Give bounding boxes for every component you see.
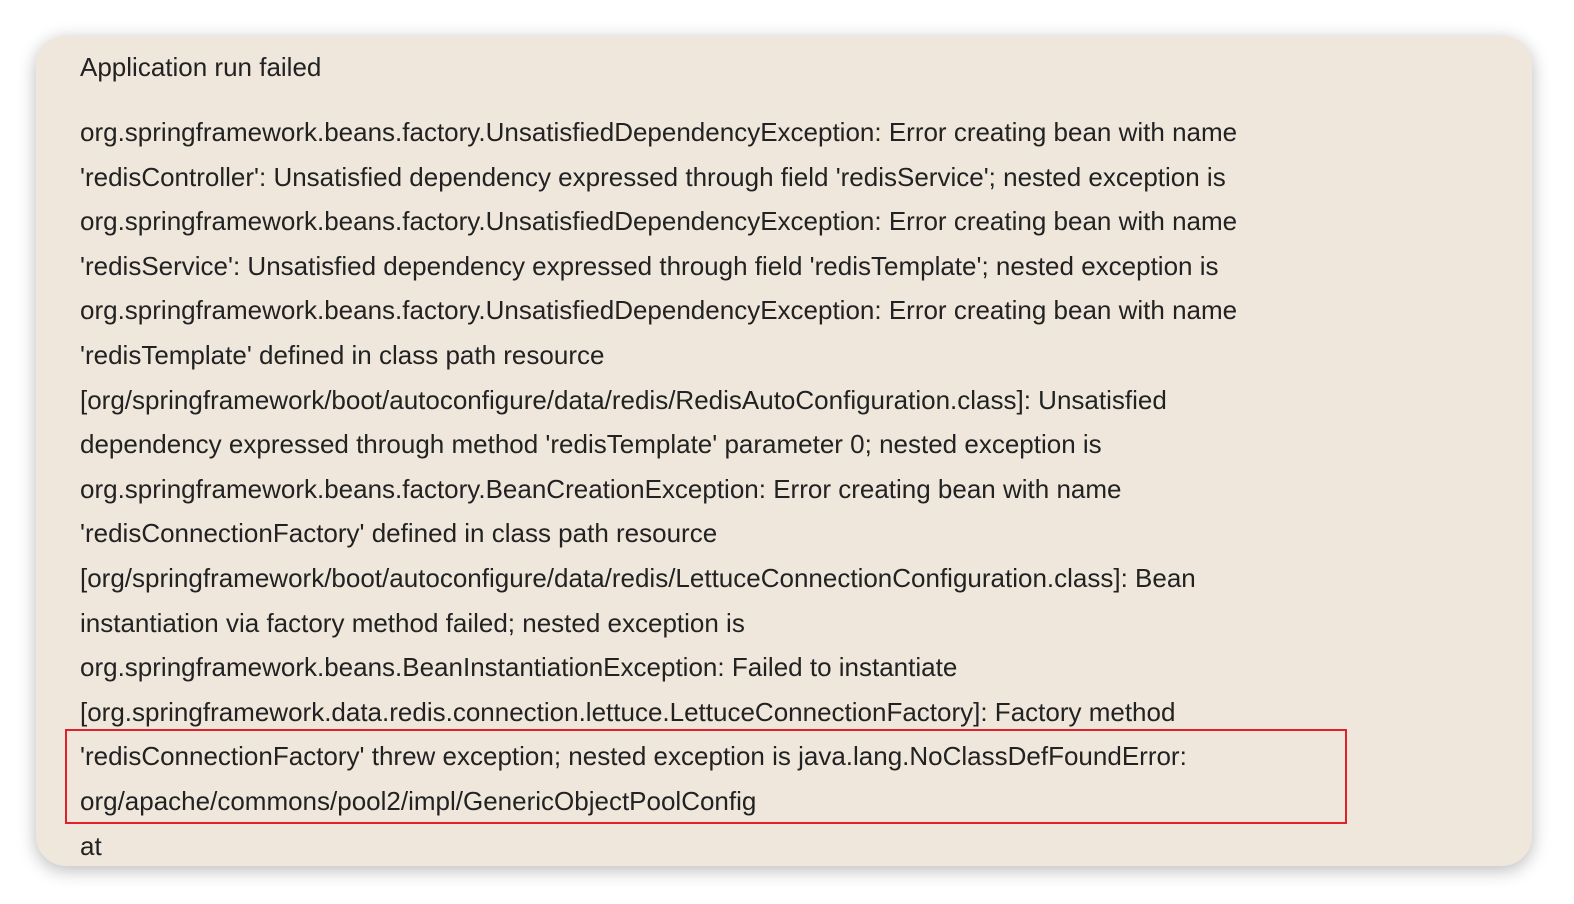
stack-trace-line: 'redisController': Unsatisfied dependenc… — [80, 161, 1226, 192]
stack-trace-line: instantiation via factory method failed;… — [80, 607, 745, 638]
error-dialog: Application run failed org.springframewo… — [36, 36, 1532, 866]
stack-trace-line: at — [80, 830, 102, 861]
stack-trace-line: org.springframework.beans.BeanInstantiat… — [80, 652, 958, 683]
stack-trace-line: 'redisTemplate' defined in class path re… — [80, 339, 605, 370]
stack-trace-line: [org/springframework/boot/autoconfigure/… — [80, 384, 1167, 415]
stack-trace-line: org.springframework.beans.factory.Unsati… — [80, 295, 1238, 326]
stack-trace-line: org/apache/commons/pool2/impl/GenericObj… — [80, 785, 757, 816]
stack-trace-line: 'redisConnectionFactory' defined in clas… — [80, 518, 718, 549]
stack-trace[interactable]: org.springframework.beans.factory.Unsati… — [80, 110, 1460, 868]
stack-trace-line: org.springframework.beans.factory.Unsati… — [80, 117, 1238, 147]
stack-trace-line: dependency expressed through method 'red… — [80, 429, 1102, 460]
stack-trace-line: 'redisService': Unsatisfied dependency e… — [80, 250, 1219, 281]
dialog-title: Application run failed — [80, 52, 322, 82]
stack-trace-line: org.springframework.beans.factory.Unsati… — [80, 206, 1238, 237]
stack-trace-line: [org/springframework/boot/autoconfigure/… — [80, 562, 1196, 593]
stack-trace-line: 'redisConnectionFactory' threw exception… — [80, 741, 1187, 772]
stack-trace-line: org.springframework.beans.factory.BeanCr… — [80, 473, 1122, 504]
stack-trace-line: [org.springframework.data.redis.connecti… — [80, 696, 1176, 727]
